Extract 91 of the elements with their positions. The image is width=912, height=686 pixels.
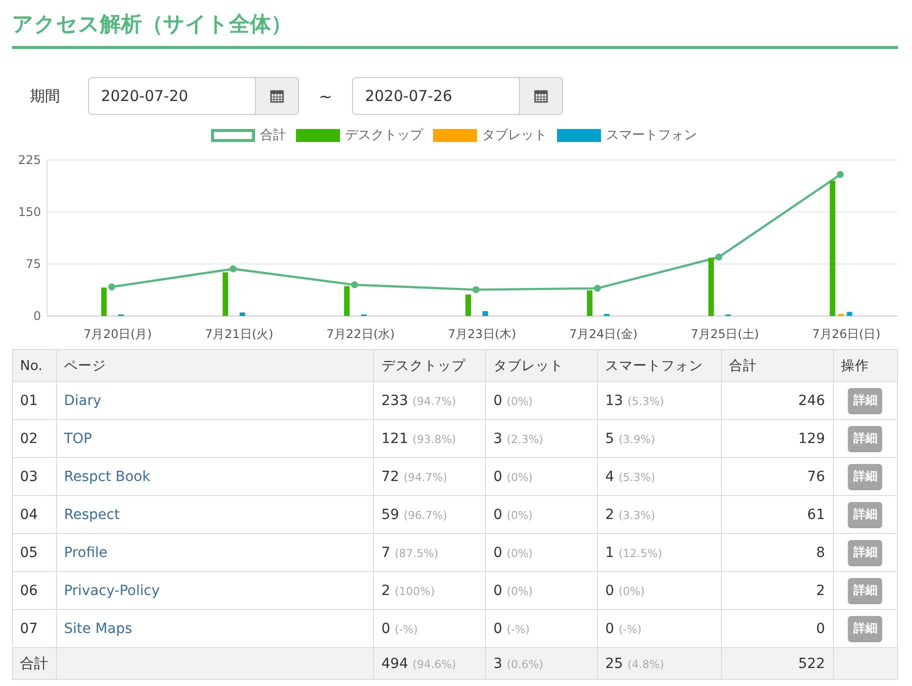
axis-category-label: 7月20日(月) xyxy=(84,327,152,341)
period-label: 期間 xyxy=(30,86,61,106)
table-cell: 0 (0%) xyxy=(486,382,598,420)
column-header: スマートフォン xyxy=(598,350,722,382)
table-cell: 494 (94.6%) xyxy=(374,648,486,680)
bar xyxy=(838,314,844,316)
calendar-icon xyxy=(534,89,548,103)
bar xyxy=(482,311,488,316)
axis-category-label: 7月24日(金) xyxy=(569,327,638,341)
table-cell: 3 (2.3%) xyxy=(486,420,598,458)
column-header: ページ xyxy=(56,350,374,382)
column-header: タブレット xyxy=(486,350,598,382)
page-link[interactable]: Privacy-Policy xyxy=(64,582,160,598)
column-header: 操作 xyxy=(833,350,898,382)
table-cell: 0 (0%) xyxy=(486,496,598,534)
axis-category-label: 7月25日(土) xyxy=(690,327,759,341)
axis-category-label: 7月23日(木) xyxy=(448,327,516,341)
axis-category-label: 7月21日(火) xyxy=(205,327,274,341)
table-cell: 03 xyxy=(12,458,56,496)
table-cell: 13 (5.3%) xyxy=(598,382,722,420)
axis-tick-label: 0 xyxy=(33,309,41,323)
data-point xyxy=(715,254,722,261)
date-field[interactable]: 2020-07-26 xyxy=(352,77,520,115)
page-title: アクセス解析（サイト全体） xyxy=(12,11,292,38)
page-link[interactable]: TOP xyxy=(64,430,92,446)
bar xyxy=(222,272,228,316)
legend-label: スマートフォン xyxy=(606,127,697,144)
page-link[interactable]: Site Maps xyxy=(64,620,132,636)
table-cell: 129 xyxy=(722,420,834,458)
bar xyxy=(604,314,610,316)
table-cell: 5 (3.9%) xyxy=(598,420,722,458)
table-cell: 0 (0%) xyxy=(486,458,598,496)
table-cell: 02 xyxy=(12,420,56,458)
page-link[interactable]: Respct Book xyxy=(64,468,150,484)
legend-label: 合計 xyxy=(260,127,286,144)
range-separator: ~ xyxy=(318,86,332,106)
table-cell: 2 xyxy=(722,572,834,610)
page-link[interactable]: Diary xyxy=(64,392,102,408)
bar xyxy=(708,258,714,316)
calendar-button[interactable] xyxy=(256,77,299,115)
data-point xyxy=(594,284,601,292)
column-header: 合計 xyxy=(722,350,834,382)
table-cell: 61 xyxy=(722,496,834,534)
axis-category-label: 7月22日(水) xyxy=(326,327,395,341)
axis-tick-label: 225 xyxy=(18,153,41,167)
table-cell: 3 (0.6%) xyxy=(486,648,598,680)
table-cell: 合計 xyxy=(12,648,56,680)
column-header: No. xyxy=(12,350,56,382)
table-cell: 7 (87.5%) xyxy=(374,534,486,572)
table-cell: 0 (0%) xyxy=(598,572,722,610)
data-point xyxy=(230,265,237,272)
table-cell: 06 xyxy=(12,572,56,610)
axis-tick-label: 150 xyxy=(18,205,41,219)
data-point xyxy=(351,281,358,288)
bar xyxy=(466,294,471,316)
bar xyxy=(101,288,107,316)
table-cell: 522 xyxy=(722,648,834,680)
table-cell: 1 (12.5%) xyxy=(598,534,722,572)
column-header: デスクトップ xyxy=(374,350,486,382)
table-cell: 04 xyxy=(12,496,56,534)
legend-label: タブレット xyxy=(482,127,547,144)
table-cell: 4 (5.3%) xyxy=(598,458,722,496)
bar xyxy=(344,286,350,316)
table-cell: 121 (93.8%) xyxy=(374,420,486,458)
table-cell: 01 xyxy=(12,382,56,420)
table-cell: 2 (3.3%) xyxy=(598,496,722,534)
data-point xyxy=(472,286,480,294)
table-cell: 0 (0%) xyxy=(486,572,598,610)
table-cell: 05 xyxy=(12,534,56,572)
table-cell: 246 xyxy=(722,382,834,420)
calendar-button[interactable] xyxy=(520,77,563,115)
table-cell: 25 (4.8%) xyxy=(598,648,722,680)
page-link[interactable]: Respect xyxy=(64,506,120,522)
bar xyxy=(240,312,246,316)
legend-label: デスクトップ xyxy=(345,127,423,144)
table-cell: 2 (100%) xyxy=(374,572,486,610)
page-link[interactable]: Profile xyxy=(64,544,108,560)
axis-tick-label: 75 xyxy=(26,257,41,271)
data-point xyxy=(108,283,116,290)
table-cell: 59 (96.7%) xyxy=(374,496,486,534)
table-cell: 233 (94.7%) xyxy=(374,382,486,420)
bar xyxy=(586,290,592,316)
axis-category-label: 7月26日(日) xyxy=(812,327,880,341)
table-cell: 8 xyxy=(722,534,834,572)
data-point xyxy=(836,171,844,178)
bar xyxy=(846,312,852,316)
table-cell: 76 xyxy=(722,458,834,496)
table-cell: 72 (94.7%) xyxy=(374,458,486,496)
table-cell: 0 (0%) xyxy=(486,534,598,572)
calendar-icon xyxy=(270,89,284,103)
date-field[interactable]: 2020-07-20 xyxy=(88,77,256,115)
